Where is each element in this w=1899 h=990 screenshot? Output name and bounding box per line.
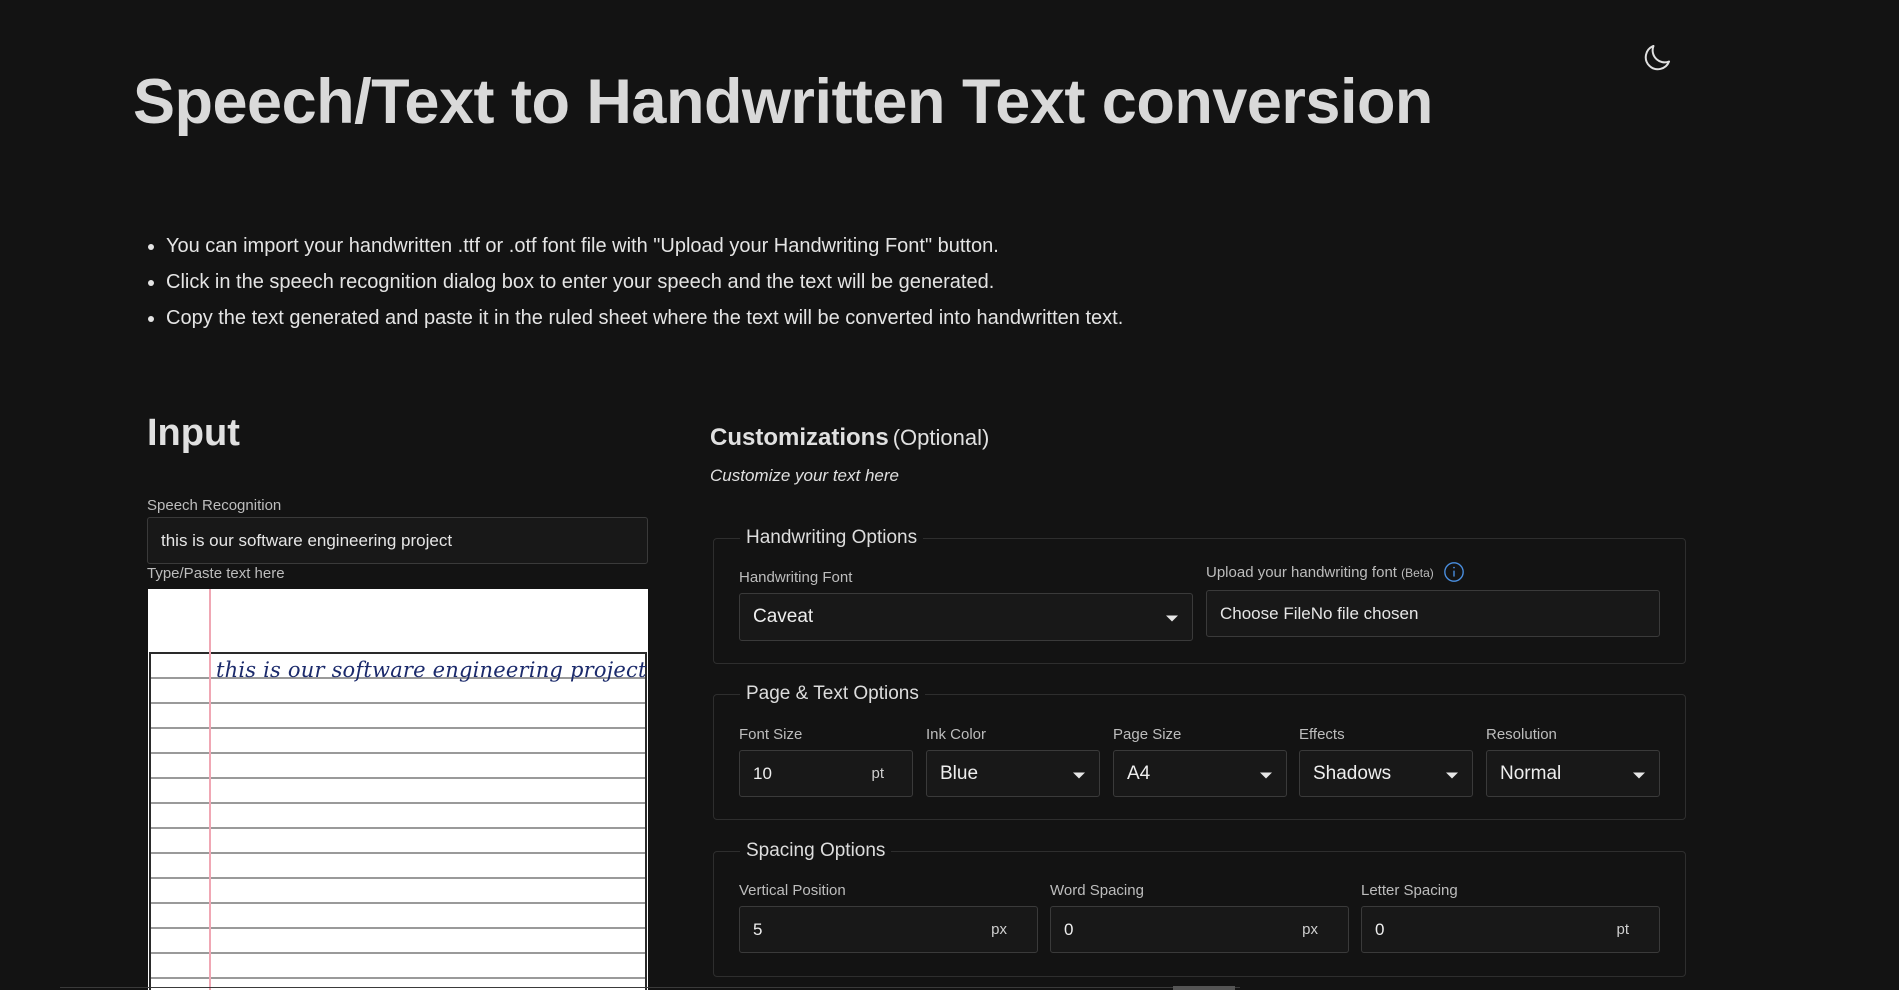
page-text-options-legend: Page & Text Options xyxy=(740,683,925,705)
customizations-subtitle: Customize your text here xyxy=(710,466,899,485)
handwriting-options-legend: Handwriting Options xyxy=(740,527,924,549)
font-size-value: 10 xyxy=(753,763,772,783)
page-size-label: Page Size xyxy=(1113,726,1182,743)
theme-toggle-button[interactable] xyxy=(1637,38,1677,78)
font-size-input[interactable]: 10 pt xyxy=(739,750,913,797)
instruction-item: Click in the speech recognition dialog b… xyxy=(166,264,1123,300)
spacing-options-legend: Spacing Options xyxy=(740,840,892,862)
chevron-down-icon xyxy=(1166,615,1178,622)
vertical-position-value: 5 xyxy=(753,919,763,939)
page-size-select[interactable]: A4 xyxy=(1113,750,1287,797)
handwriting-font-select[interactable]: Caveat xyxy=(739,593,1193,641)
font-size-label: Font Size xyxy=(739,726,803,743)
resolution-label: Resolution xyxy=(1486,726,1557,743)
handwriting-font-value: Caveat xyxy=(753,606,814,627)
chevron-down-icon xyxy=(1260,772,1272,778)
sheet-ruled-lines xyxy=(149,652,647,990)
instruction-item: You can import your handwritten .ttf or … xyxy=(166,228,1123,264)
vertical-position-label: Vertical Position xyxy=(739,882,846,899)
optional-tag: (Optional) xyxy=(892,425,990,450)
upload-font-label: Upload your handwriting font (Beta) xyxy=(1206,564,1434,581)
chevron-down-icon xyxy=(1073,772,1085,778)
word-spacing-input[interactable]: 0 px xyxy=(1050,906,1349,953)
page-size-value: A4 xyxy=(1127,762,1151,784)
effects-select[interactable]: Shadows xyxy=(1299,750,1473,797)
beta-tag: (Beta) xyxy=(1401,566,1434,580)
upload-font-label-text: Upload your handwriting font xyxy=(1206,564,1397,581)
letter-spacing-input[interactable]: 0 pt xyxy=(1361,906,1660,953)
effects-value: Shadows xyxy=(1313,762,1392,784)
speech-recognition-input[interactable]: this is our software engineering project xyxy=(147,517,648,564)
speech-recognition-label: Speech Recognition xyxy=(147,497,282,514)
ruled-sheet[interactable]: this is our software engineering project xyxy=(148,589,648,990)
ink-color-value: Blue xyxy=(940,762,979,784)
ink-color-select[interactable]: Blue xyxy=(926,750,1100,797)
horizontal-scrollbar-track xyxy=(60,987,1240,988)
moon-icon xyxy=(1644,44,1671,71)
chevron-down-icon xyxy=(1446,772,1458,778)
instructions-list: You can import your handwritten .ttf or … xyxy=(140,228,1123,336)
letter-spacing-label: Letter Spacing xyxy=(1361,882,1458,899)
customizations-heading: Customizations (Optional) xyxy=(710,424,989,452)
vertical-position-unit: px xyxy=(991,921,1007,938)
vertical-position-input[interactable]: 5 px xyxy=(739,906,1038,953)
word-spacing-value: 0 xyxy=(1064,919,1074,939)
horizontal-scrollbar-thumb[interactable] xyxy=(1173,986,1235,990)
handwritten-text-content: this is our software engineering project xyxy=(216,658,647,682)
chevron-down-icon xyxy=(1633,772,1645,778)
handwriting-font-label: Handwriting Font xyxy=(739,569,853,586)
word-spacing-unit: px xyxy=(1302,921,1318,938)
resolution-select[interactable]: Normal xyxy=(1486,750,1660,797)
effects-label: Effects xyxy=(1299,726,1345,743)
font-size-unit: pt xyxy=(871,765,884,782)
letter-spacing-value: 0 xyxy=(1375,919,1385,939)
word-spacing-label: Word Spacing xyxy=(1050,882,1144,899)
input-heading: Input xyxy=(147,412,240,454)
instruction-item: Copy the text generated and paste it in … xyxy=(166,300,1123,336)
sheet-margin-line xyxy=(209,589,211,990)
handwritten-text[interactable]: this is our software engineering project xyxy=(216,657,648,683)
info-icon[interactable] xyxy=(1443,561,1465,583)
paste-text-label: Type/Paste text here xyxy=(147,565,285,582)
page-title: Speech/Text to Handwritten Text conversi… xyxy=(133,67,1433,137)
ink-color-label: Ink Color xyxy=(926,726,987,743)
sheet-header-area xyxy=(148,589,648,652)
upload-font-file-input[interactable]: Choose FileNo file chosen xyxy=(1206,590,1660,637)
customizations-title: Customizations xyxy=(710,424,889,451)
resolution-value: Normal xyxy=(1500,762,1562,784)
letter-spacing-unit: pt xyxy=(1616,921,1629,938)
